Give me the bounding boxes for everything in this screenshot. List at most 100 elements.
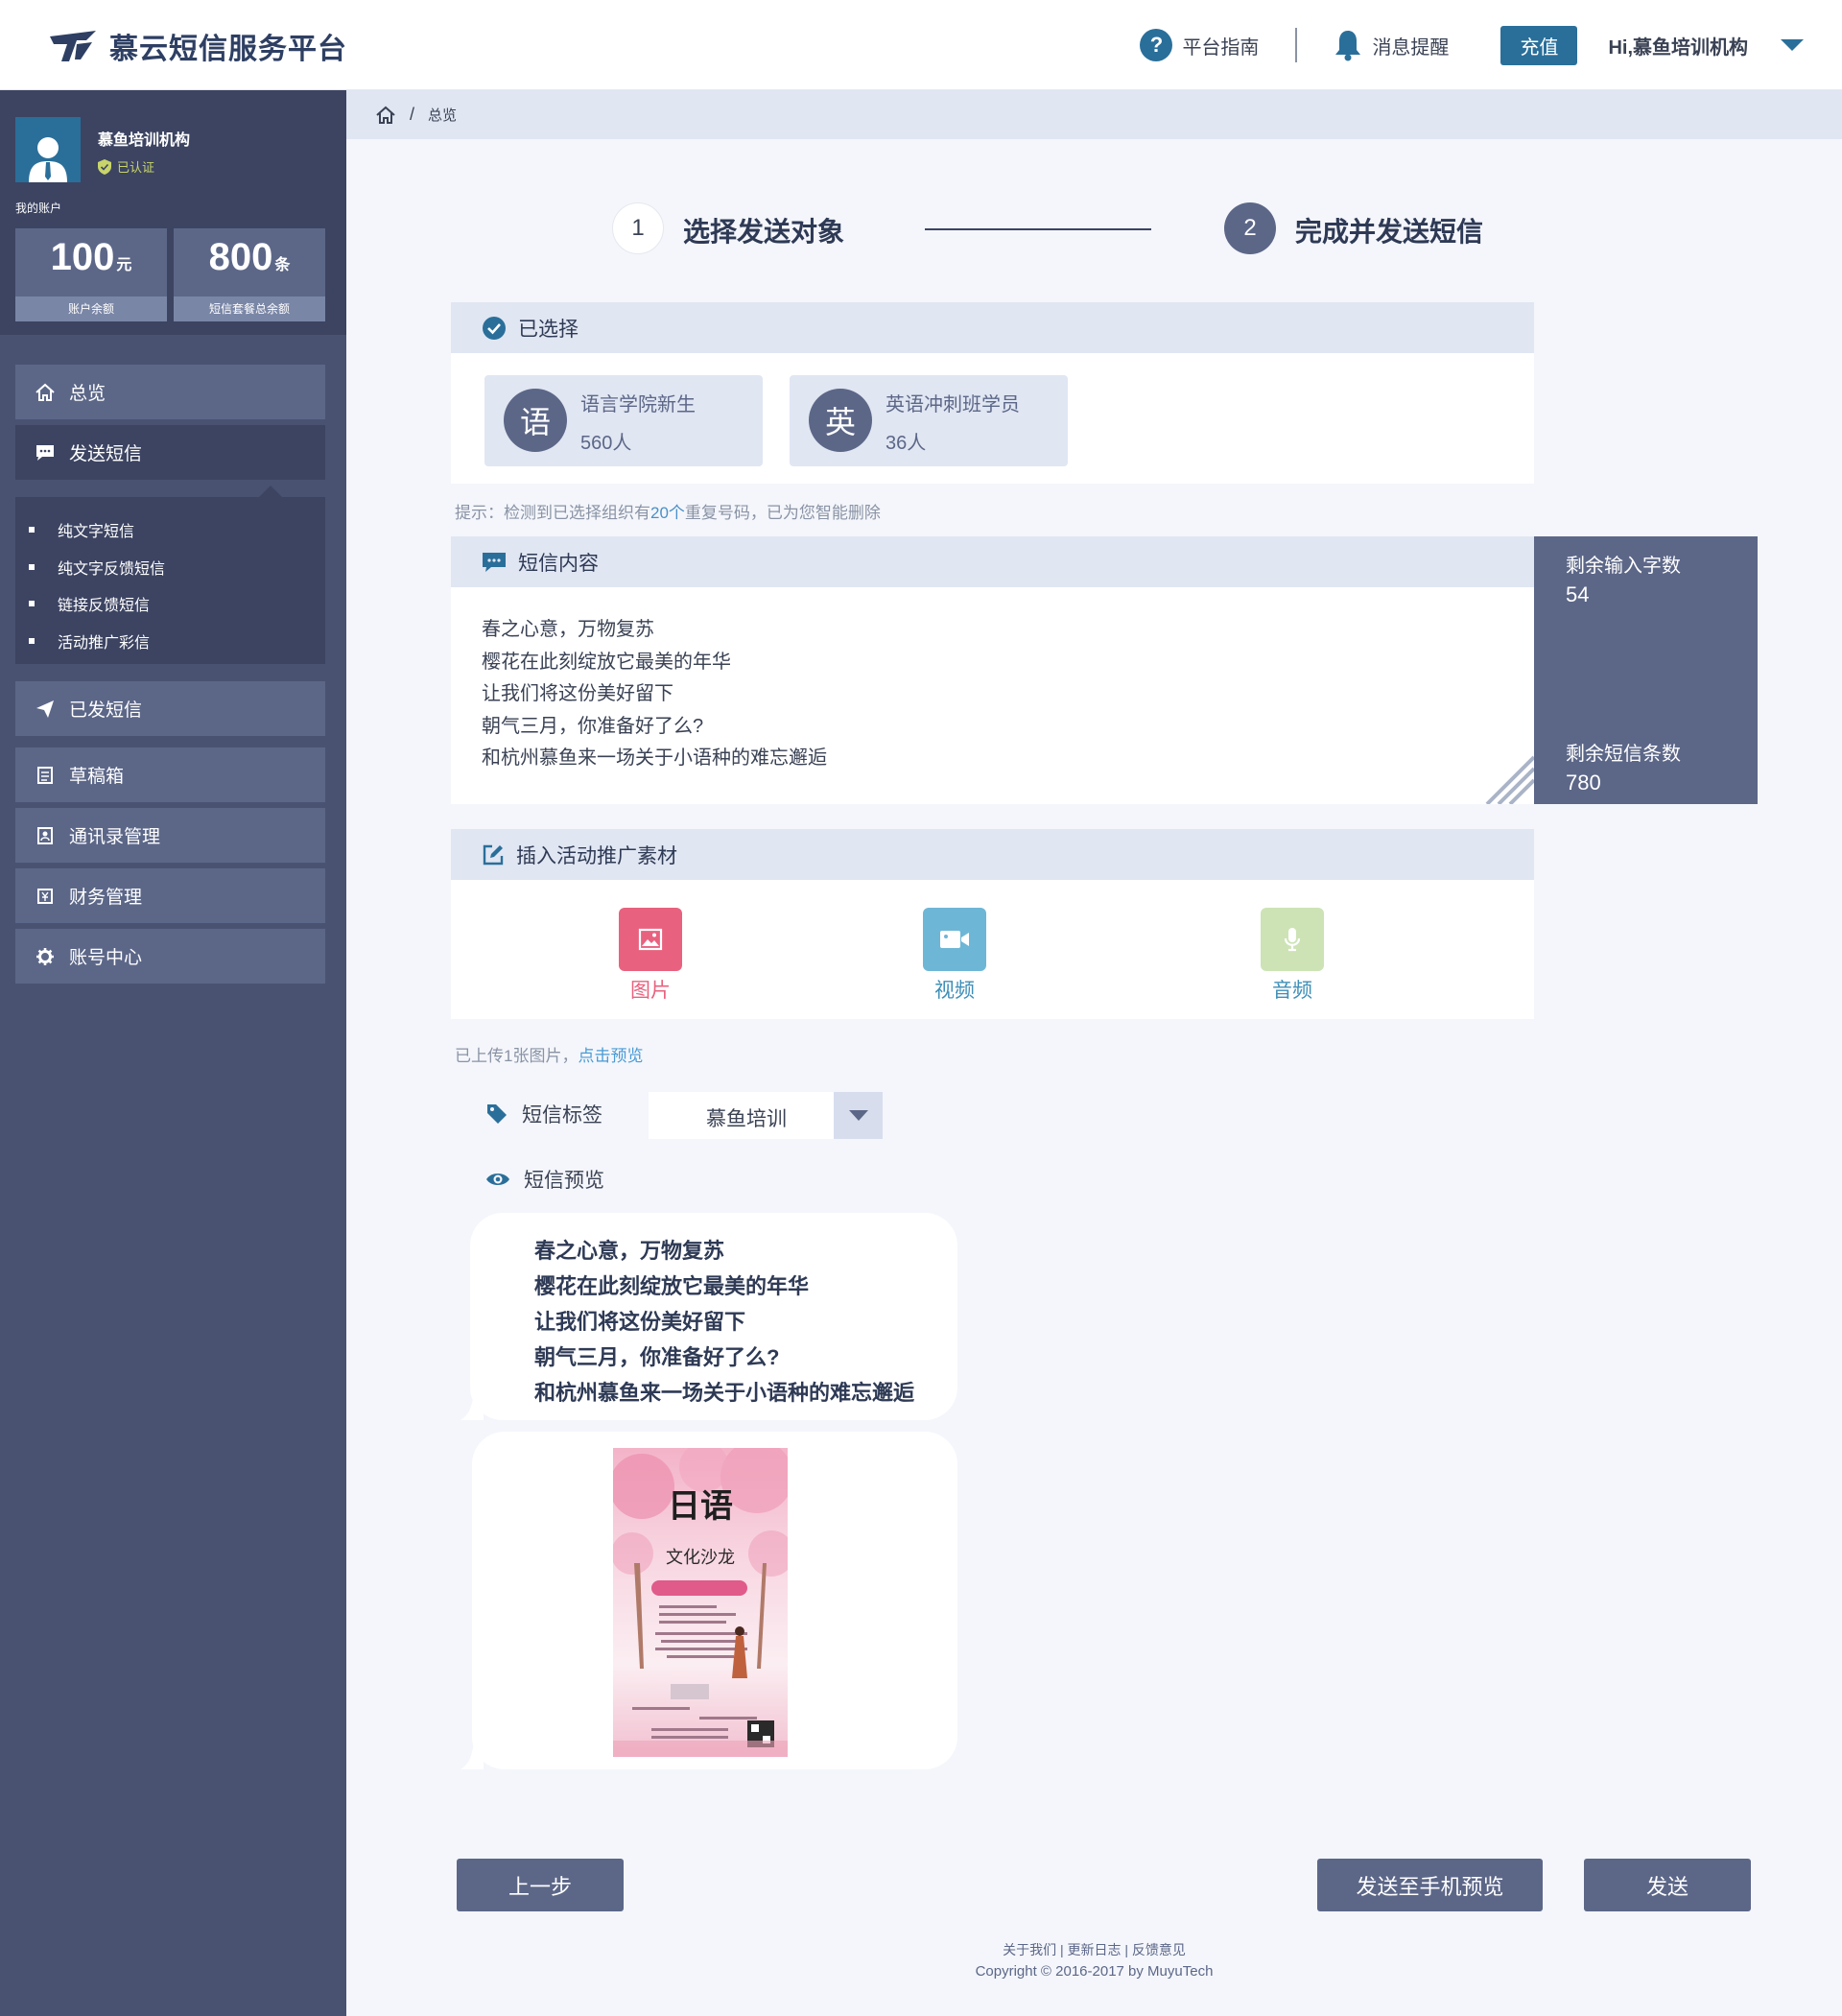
- media-panel: [451, 880, 1534, 1019]
- home-icon: [35, 382, 56, 403]
- draft-icon: [35, 765, 56, 786]
- sms-content-text[interactable]: 春之心意，万物复苏 樱花在此刻绽放它最美的年华 让我们将这份美好留下 朝气三月，…: [482, 614, 827, 775]
- group-count: 560人: [580, 433, 632, 454]
- package-card[interactable]: 800 条 短信套餐总余额: [174, 228, 325, 321]
- sidebar-item-label: 总览: [69, 384, 106, 404]
- chevron-down-icon[interactable]: [1781, 39, 1804, 51]
- notifications-label: 消息提醒: [1372, 36, 1450, 59]
- media-title: 插入活动推广素材: [516, 844, 677, 867]
- contacts-icon: [35, 825, 56, 846]
- duplicate-tip: 提示：检测到已选择组织有20个重复号码，已为您智能删除: [455, 499, 881, 523]
- shield-icon: [98, 158, 111, 175]
- footer-link-feedback[interactable]: 反馈意见: [1132, 1942, 1186, 1957]
- brand-logo[interactable]: 慕云短信服务平台: [48, 25, 347, 67]
- footer-link-changelog[interactable]: 更新日志: [1068, 1942, 1122, 1957]
- media-section-header: 插入活动推广素材: [451, 829, 1534, 880]
- sms-line: 和杭州慕鱼来一场关于小语种的难忘邂逅: [482, 747, 827, 769]
- remaining-sms-label: 剩余短信条数: [1566, 744, 1681, 765]
- edit-icon: [483, 844, 504, 865]
- breadcrumb-current[interactable]: 总览: [428, 105, 457, 125]
- selected-title: 已选择: [518, 318, 579, 341]
- group-badge: 语: [504, 389, 567, 452]
- balance-unit: 元: [116, 257, 132, 273]
- footer-links: 关于我们 | 更新日志 | 反馈意见: [1003, 1942, 1186, 1957]
- submenu-item-label: 活动推广彩信: [58, 635, 151, 652]
- help-icon: ?: [1140, 29, 1173, 61]
- org-name: 慕鱼培训机构: [98, 132, 191, 149]
- step-1-number[interactable]: 1: [612, 202, 664, 254]
- upload-status-text: 已上传1张图片，: [455, 1047, 579, 1065]
- sms-line: 樱花在此刻绽放它最美的年华: [482, 651, 731, 673]
- video-tile: [923, 908, 986, 971]
- sidebar-item-contacts[interactable]: 通讯录管理: [15, 808, 325, 863]
- selected-group-chip[interactable]: 英 英语冲刺班学员 36人: [790, 375, 1068, 466]
- group-name: 语言学院新生: [580, 394, 696, 415]
- submenu-item-text-feedback-sms[interactable]: 纯文字反馈短信: [29, 556, 165, 579]
- content-section-header: 短信内容: [451, 536, 1534, 587]
- sidebar-item-label: 已发短信: [69, 700, 143, 721]
- package-unit: 条: [274, 257, 291, 273]
- balance-label: 账户余额: [15, 296, 167, 321]
- finance-icon: [35, 886, 56, 907]
- my-account-label: 我的账户: [15, 202, 62, 215]
- avatar[interactable]: [15, 117, 81, 182]
- submenu-item-link-feedback-sms[interactable]: 链接反馈短信: [29, 592, 150, 615]
- sidebar-item-label: 通讯录管理: [69, 827, 161, 847]
- sidebar-item-drafts[interactable]: 草稿箱: [15, 747, 325, 802]
- selected-group-chip[interactable]: 语 语言学院新生 560人: [484, 375, 763, 466]
- insert-image-button[interactable]: 图片: [619, 908, 682, 1004]
- home-icon[interactable]: [375, 106, 396, 125]
- check-circle-icon: [483, 316, 506, 340]
- sidebar-item-account-center[interactable]: 账号中心: [15, 929, 325, 984]
- sidebar-item-sent-sms[interactable]: 已发短信: [15, 681, 325, 736]
- step-connector: [925, 228, 1151, 230]
- package-label: 短信套餐总余额: [174, 296, 325, 321]
- insert-audio-button[interactable]: 音频: [1261, 908, 1324, 1004]
- remaining-chars-value: 54: [1566, 582, 1590, 606]
- top-bar: 慕云短信服务平台 ? 平台指南 消息提醒 充值 Hi,慕鱼培训机构: [0, 0, 1842, 90]
- preview-link[interactable]: 点击预览: [578, 1047, 643, 1065]
- prev-step-button[interactable]: 上一步: [457, 1859, 624, 1911]
- tag-select[interactable]: 慕鱼培训: [649, 1092, 883, 1139]
- sidebar-item-label: 财务管理: [69, 888, 143, 908]
- sidebar-item-finance[interactable]: 财务管理: [15, 868, 325, 923]
- send-button[interactable]: 发送: [1584, 1859, 1751, 1911]
- user-greeting[interactable]: Hi,慕鱼培训机构: [1608, 32, 1748, 59]
- step-1-label[interactable]: 选择发送对象: [683, 211, 844, 249]
- logo-mark-icon: [50, 31, 96, 61]
- bell-icon: [1335, 31, 1361, 61]
- sidebar-item-send-sms[interactable]: 发送短信: [15, 425, 325, 480]
- preview-label: 短信预览: [524, 1170, 604, 1192]
- verified-badge: 已认证: [98, 157, 154, 176]
- balance-card[interactable]: 100 元 账户余额: [15, 228, 167, 321]
- tag-select-value: 慕鱼培训: [706, 1108, 787, 1130]
- step-2-number: 2: [1224, 202, 1276, 254]
- image-tile: [619, 908, 682, 971]
- preview-text: 春之心意，万物复苏 樱花在此刻绽放它最美的年华 让我们将这份美好留下 朝气三月，…: [534, 1233, 914, 1411]
- selected-section-header: 已选择: [451, 302, 1534, 353]
- gear-icon: [35, 946, 56, 967]
- footer-link-about[interactable]: 关于我们: [1003, 1942, 1056, 1957]
- poster-title: 日语: [668, 1487, 733, 1526]
- header-divider: [1295, 28, 1298, 62]
- content-title: 短信内容: [518, 552, 599, 575]
- insert-video-button[interactable]: 视频: [923, 908, 986, 1004]
- tip-prefix: 提示：检测到已选择组织有: [455, 504, 650, 522]
- tag-label: 短信标签: [522, 1104, 602, 1127]
- send-preview-to-phone-button[interactable]: 发送至手机预览: [1317, 1859, 1543, 1911]
- sms-line: 让我们将这份美好留下: [482, 683, 673, 704]
- chevron-down-icon[interactable]: [834, 1092, 883, 1139]
- guide-link[interactable]: ? 平台指南: [1140, 29, 1259, 61]
- remaining-chars-label: 剩余输入字数: [1566, 556, 1681, 577]
- recharge-button[interactable]: 充值: [1500, 25, 1578, 65]
- bullet: [29, 564, 35, 570]
- submenu-item-promo-mms[interactable]: 活动推广彩信: [29, 629, 150, 652]
- resize-handle-icon[interactable]: [1485, 754, 1534, 804]
- poster-image[interactable]: 日语 文化沙龙: [613, 1448, 788, 1757]
- notifications-link[interactable]: 消息提醒: [1334, 29, 1449, 61]
- step-2-label: 完成并发送短信: [1295, 217, 1484, 247]
- submenu-item-text-sms[interactable]: 纯文字短信: [29, 518, 134, 541]
- sidebar-item-overview[interactable]: 总览: [15, 365, 325, 419]
- image-label: 图片: [630, 980, 671, 1002]
- preview-line: 和杭州慕鱼来一场关于小语种的难忘邂逅: [534, 1381, 915, 1405]
